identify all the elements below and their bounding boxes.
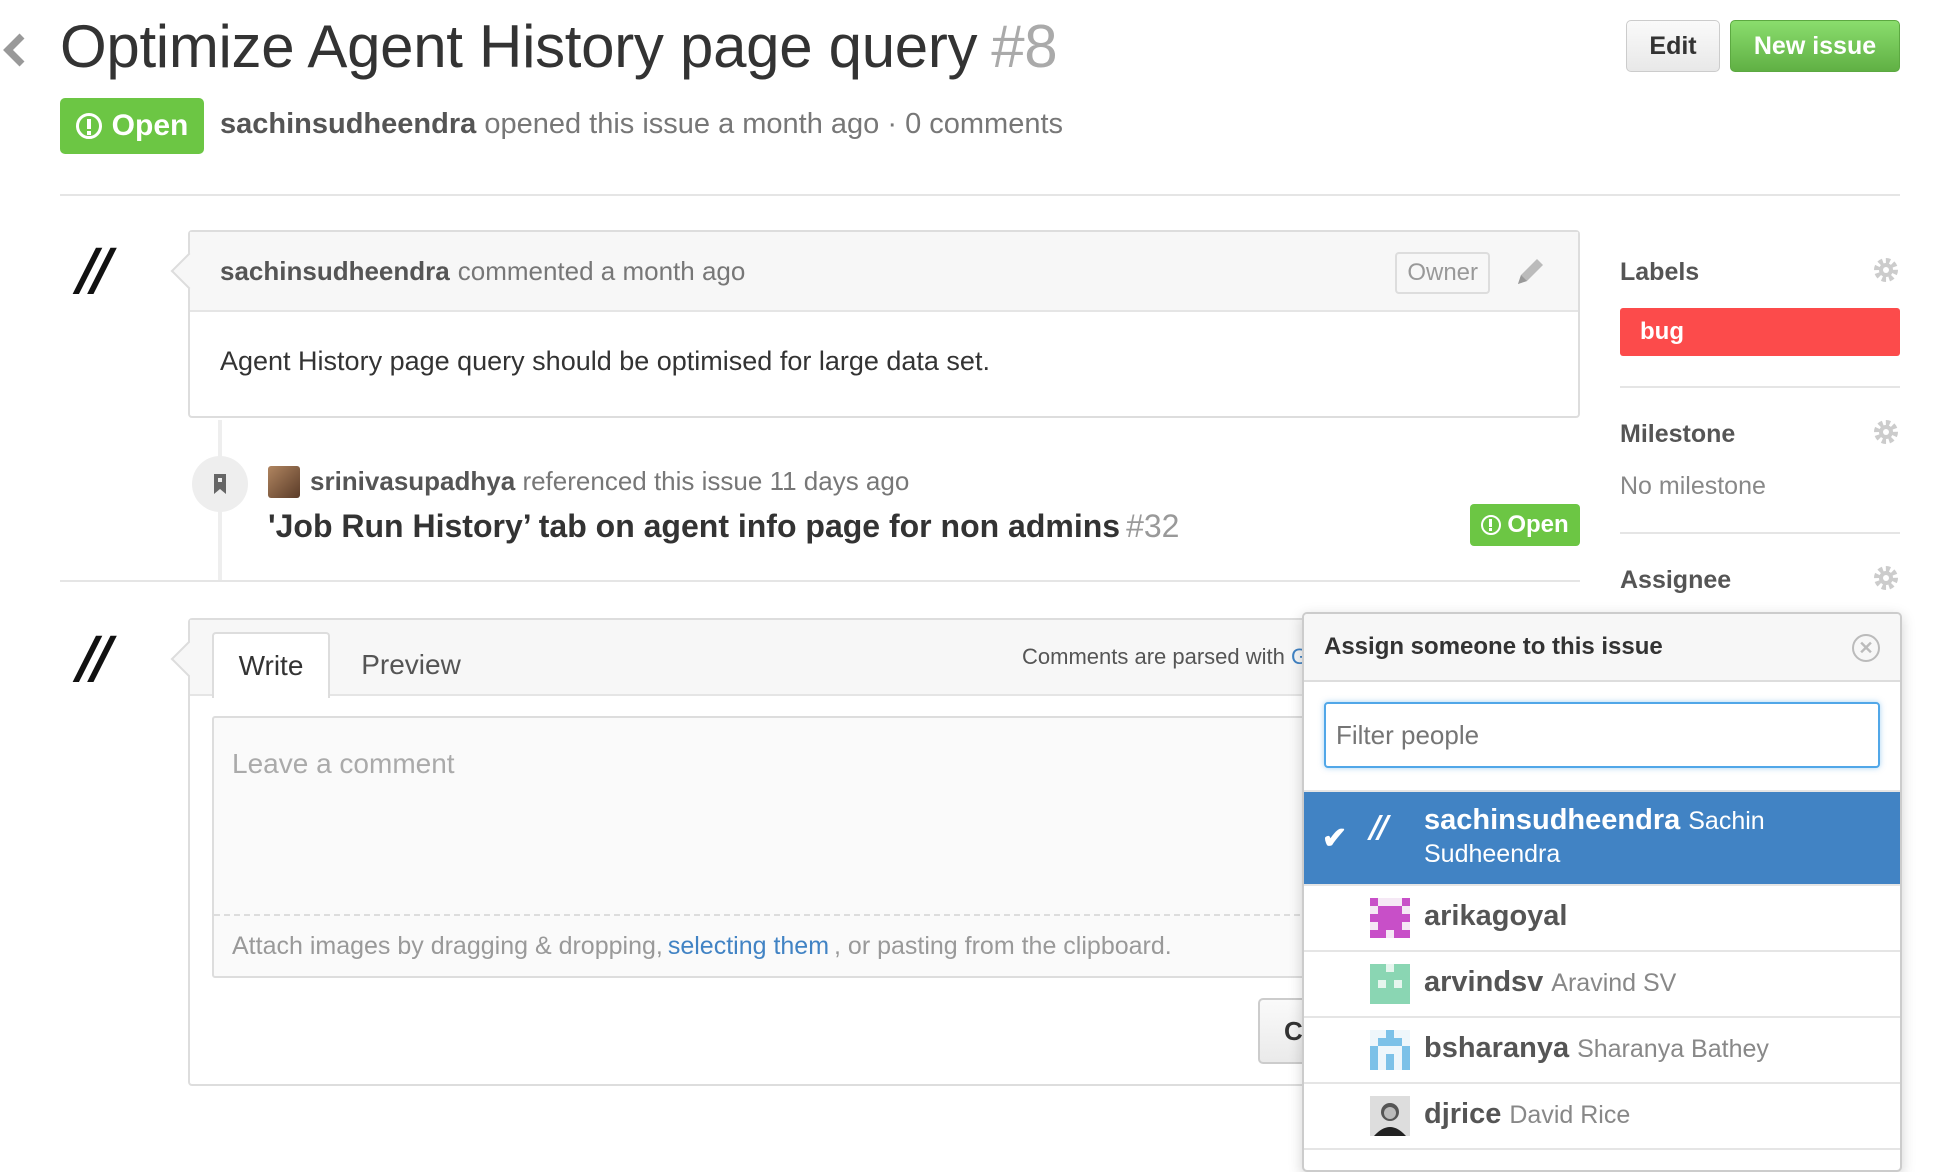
gear-icon[interactable]: [1872, 564, 1900, 592]
sidebar-divider: [1620, 532, 1900, 534]
assignee-option-arikagoyal[interactable]: arikagoyal: [1304, 884, 1900, 950]
reference-issue-number: #32: [1126, 508, 1180, 544]
reference-issue-link[interactable]: 'Job Run History’ tab on agent info page…: [268, 508, 1179, 545]
bookmark-icon: [192, 456, 248, 512]
assignee-title: Assignee: [1620, 566, 1732, 594]
labels-title: Labels: [1620, 258, 1700, 286]
issue-meta: sachinsudheendra opened this issue a mon…: [220, 108, 1064, 140]
assignee-option-bsharanya[interactable]: bsharanya Sharanya Bathey: [1304, 1016, 1900, 1082]
filter-people-input[interactable]: [1324, 702, 1880, 768]
comment-body: Agent History page query should be optim…: [220, 346, 990, 376]
avatar[interactable]: //: [78, 626, 113, 691]
list-item: [1304, 1148, 1900, 1170]
markdown-help-text: Comments are parsed with G: [1022, 644, 1309, 669]
avatar: [1370, 898, 1410, 938]
comment: sachinsudheendra commented a month ago Ow…: [170, 230, 1580, 418]
tab-write[interactable]: Write: [212, 632, 330, 698]
assignee-name: bsharanya Sharanya Bathey: [1424, 1032, 1769, 1064]
avatar: [1370, 964, 1410, 1004]
header-divider: [60, 194, 1900, 196]
issue-number: #8: [991, 13, 1058, 80]
select-files-link[interactable]: selecting them: [668, 932, 829, 961]
issue-state-badge: Open: [60, 98, 204, 154]
issue-opened-icon: [75, 113, 102, 139]
milestone-value: No milestone: [1620, 472, 1766, 500]
assignee-popup: Assign someone to this issue ✕ ✔ // sach…: [1302, 612, 1902, 1172]
label-bug[interactable]: bug: [1620, 308, 1900, 356]
assignee-option-djrice[interactable]: djrice David Rice: [1304, 1082, 1900, 1148]
reference-user-link[interactable]: srinivasupadhya: [310, 466, 515, 496]
avatar[interactable]: [268, 466, 300, 498]
assignee-name: djrice David Rice: [1424, 1098, 1631, 1130]
popup-header: Assign someone to this issue ✕: [1304, 614, 1900, 682]
issue-title: Optimize Agent History page query #8: [60, 13, 1058, 80]
timeline-divider: [60, 580, 1580, 582]
owner-badge: Owner: [1395, 252, 1490, 294]
comment-author-link[interactable]: sachinsudheendra: [220, 256, 450, 287]
issue-opened-icon: [1481, 515, 1502, 535]
comment-placeholder: Leave a comment: [232, 748, 455, 779]
avatar: [1370, 1030, 1410, 1070]
assignee-name: arvindsv Aravind SV: [1424, 966, 1677, 998]
assignee-option-arvindsv[interactable]: arvindsv Aravind SV: [1304, 950, 1900, 1016]
sidebar-divider: [1620, 386, 1900, 388]
avatar: //: [1370, 810, 1389, 845]
comment-header: sachinsudheendra commented a month ago Ow…: [190, 232, 1578, 312]
reference-meta: srinivasupadhya referenced this issue 11…: [310, 466, 910, 496]
gear-icon[interactable]: [1872, 256, 1900, 284]
assignee-option-sachinsudheendra[interactable]: ✔ // sachinsudheendra Sachin Sudheendra: [1304, 790, 1900, 884]
reference-state-badge: Open: [1470, 504, 1580, 546]
back-arrow-icon[interactable]: [0, 30, 30, 70]
issue-author-link[interactable]: sachinsudheendra: [220, 108, 476, 140]
assignee-name: sachinsudheendra Sachin Sudheendra: [1424, 804, 1765, 868]
new-issue-button[interactable]: New issue: [1730, 20, 1900, 72]
edit-button[interactable]: Edit: [1626, 20, 1720, 72]
pencil-icon[interactable]: [1512, 254, 1548, 290]
milestone-title: Milestone: [1620, 420, 1736, 448]
avatar[interactable]: //: [78, 238, 113, 303]
tab-preview[interactable]: Preview: [346, 632, 476, 698]
avatar: [1370, 1096, 1410, 1136]
assignee-name: arikagoyal: [1424, 900, 1568, 932]
gear-icon[interactable]: [1872, 418, 1900, 446]
close-icon[interactable]: ✕: [1852, 634, 1880, 662]
check-icon: ✔: [1322, 821, 1348, 855]
